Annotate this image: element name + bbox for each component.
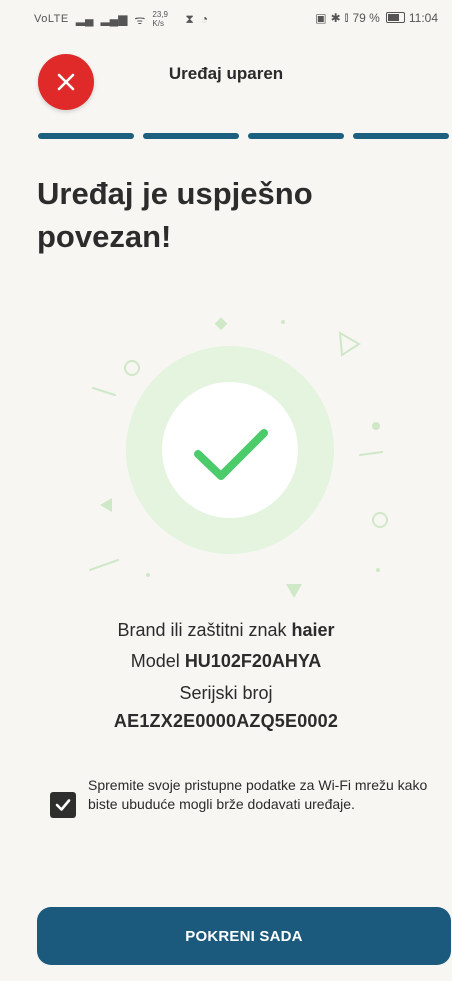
brand-value: haier xyxy=(291,620,335,640)
success-headline: Uređaj je uspješno povezan! xyxy=(37,176,313,254)
brand-line: Brand ili zaštitni znak haier xyxy=(0,620,452,641)
battery-percent: 79 % xyxy=(352,10,380,25)
progress-step xyxy=(353,133,449,139)
volte-chip: VoLTE xyxy=(34,13,69,25)
page-title: Uređaj uparen xyxy=(168,64,284,83)
checkmark-icon xyxy=(55,799,71,811)
status-left: VoLTE ▂▄ ▂▄▆ ᯤ 23,9 K/s ⧗ ◔ xyxy=(34,10,208,28)
brand-label: Brand ili zaštitni znak xyxy=(117,620,287,640)
battery-icon xyxy=(385,12,405,23)
progress-step xyxy=(38,133,134,139)
hourglass-icon: ⧗ xyxy=(185,11,194,26)
model-value: HU102F20AHYA xyxy=(184,651,322,671)
header: Uređaj uparen xyxy=(0,48,452,110)
whatsapp-icon: ◔ xyxy=(200,12,209,26)
progress-step xyxy=(248,133,344,139)
progress-steps xyxy=(38,133,452,139)
status-bar: VoLTE ▂▄ ▂▄▆ ᯤ 23,9 K/s ⧗ ◔ ▣ ✱ ⫾ 79 % 1… xyxy=(0,0,452,34)
vibrate-icon: ▣ xyxy=(315,10,327,25)
start-now-button[interactable]: POKRENI SADA xyxy=(37,907,451,965)
save-wifi-checkbox[interactable] xyxy=(50,792,76,818)
success-illustration xyxy=(60,300,400,610)
clock-time: 11:04 xyxy=(408,10,438,25)
speed-text: 23,9 K/s xyxy=(152,10,168,28)
bluetooth-icon: ✱ xyxy=(330,10,341,25)
vibration-icon: ⫾ xyxy=(344,10,349,24)
progress-step xyxy=(143,133,239,139)
wifi-icon: ᯤ xyxy=(134,12,146,27)
save-wifi-text: Spremite svoje pristupne podatke za Wi-F… xyxy=(88,777,428,812)
model-line: Model HU102F20AHYA xyxy=(0,651,452,672)
signal-icon-2: ▂▄▆ xyxy=(100,12,128,26)
signal-icon: ▂▄ xyxy=(75,12,94,26)
model-label: Model xyxy=(130,651,180,671)
serial-label: Serijski broj xyxy=(179,683,273,703)
serial-value: AE1ZX2E0000AZQ5E0002 xyxy=(113,711,339,731)
status-right: ▣ ✱ ⫾ 79 % 11:04 xyxy=(315,10,438,25)
